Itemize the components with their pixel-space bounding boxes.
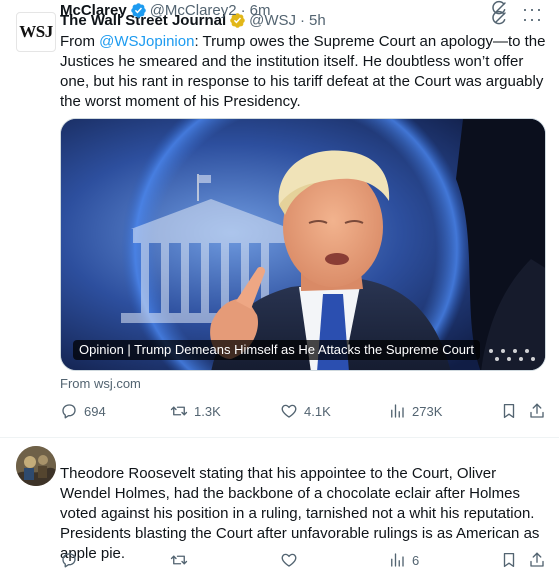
- card-image: [61, 119, 545, 370]
- tweet-wsj[interactable]: WSJ The Wall Street Journal @WSJ · 5h ··…: [0, 0, 559, 438]
- link-card[interactable]: Opinion | Trump Demeans Himself as He At…: [60, 118, 546, 371]
- card-title: Opinion | Trump Demeans Himself as He At…: [73, 340, 480, 360]
- avatar-mcclarey[interactable]: [16, 446, 56, 486]
- share-button[interactable]: [528, 402, 546, 420]
- reply-icon: [62, 553, 76, 568]
- views-count: 273K: [412, 403, 443, 419]
- display-name-2[interactable]: McClarey: [60, 2, 127, 19]
- more-icon[interactable]: ···: [522, 0, 543, 18]
- tweet-actions: 694 1.3K 4.1K 273K: [60, 402, 548, 422]
- like-button-2[interactable]: [280, 551, 298, 569]
- reply-count: 694: [84, 403, 106, 419]
- like-count: 4.1K: [304, 403, 331, 419]
- mention-link[interactable]: @WSJopinion: [99, 33, 194, 50]
- reply-icon: [62, 404, 76, 419]
- bookmark-button[interactable]: [500, 402, 518, 420]
- handle-2[interactable]: @McClarey2: [150, 2, 237, 19]
- repost-button-2[interactable]: [170, 551, 188, 569]
- header-actions-2: ···: [490, 0, 543, 18]
- repost-button[interactable]: 1.3K: [170, 402, 221, 420]
- tweet-actions-2: 6: [60, 551, 548, 571]
- avatar-image: [16, 446, 56, 486]
- views-button[interactable]: 273K: [388, 402, 442, 420]
- bookmark-button-2[interactable]: [500, 551, 518, 569]
- text-prefix: From: [60, 33, 100, 50]
- share-icon: [530, 403, 544, 418]
- tweet-text-2: Theodore Roosevelt stating that his appo…: [60, 465, 540, 562]
- grok-icon[interactable]: [490, 0, 508, 18]
- reply-button[interactable]: 694: [60, 402, 106, 420]
- views-count-2: 6: [412, 552, 420, 568]
- repost-icon: [170, 406, 188, 416]
- bookmark-icon: [503, 403, 515, 419]
- views-icon: [391, 404, 404, 418]
- verified-blue-icon: [130, 2, 146, 18]
- repost-icon: [170, 555, 188, 565]
- share-icon: [530, 552, 544, 567]
- like-icon: [281, 404, 297, 418]
- card-source[interactable]: From wsj.com: [60, 376, 141, 391]
- reply-button-2[interactable]: [60, 551, 78, 569]
- repost-count: 1.3K: [194, 403, 221, 419]
- separator-dot-2: ·: [240, 1, 246, 19]
- avatar-wsj[interactable]: WSJ: [16, 12, 56, 52]
- tweet-text: From @WSJopinion: Trump owes the Supreme…: [60, 32, 548, 112]
- views-button-2[interactable]: 6: [388, 551, 419, 569]
- bookmark-icon: [503, 552, 515, 568]
- tweet-header-2: McClarey @McClarey2 · 6m ···: [60, 0, 543, 20]
- views-icon: [391, 553, 404, 567]
- share-button-2[interactable]: [528, 551, 546, 569]
- like-button[interactable]: 4.1K: [280, 402, 331, 420]
- timestamp-2[interactable]: 6m: [250, 2, 271, 19]
- wsj-logo: WSJ: [19, 22, 53, 41]
- like-icon: [281, 553, 297, 567]
